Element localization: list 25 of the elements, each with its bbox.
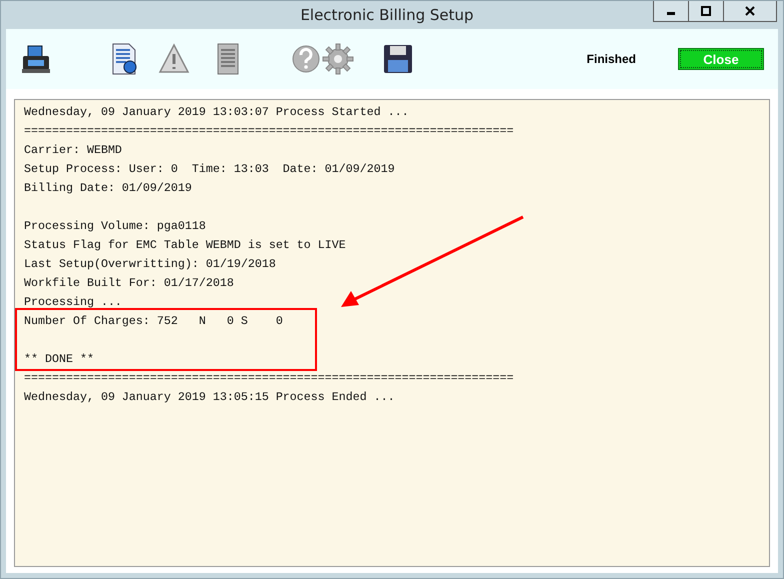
warning-icon[interactable]: [158, 42, 190, 76]
close-button[interactable]: Close: [678, 48, 764, 70]
save-icon[interactable]: [382, 42, 414, 76]
minimize-button[interactable]: [653, 1, 689, 22]
status-text: Finished: [586, 52, 636, 66]
log-line: Setup Process: User: 0 Time: 13:03 Date: 01/09/2019: [24, 161, 396, 178]
log-line: Processing Volume: pga0118: [24, 218, 207, 235]
log-line: Processing ...: [24, 294, 123, 311]
log-line: ======================================================================: [24, 370, 515, 387]
log-line: Last Setup(Overwritting): 01/19/2018: [24, 256, 277, 273]
maximize-icon: [701, 6, 711, 16]
log-line: Billing Date: 01/09/2019: [24, 180, 193, 197]
log-line: Workfile Built For: 01/17/2018: [24, 275, 235, 292]
close-icon: [745, 6, 755, 16]
settings-icon[interactable]: [322, 42, 354, 76]
log-line: Wednesday, 09 January 2019 13:05:15 Process Ended ...: [24, 389, 396, 406]
log-line: Status Flag for EMC Table WEBMD is set to LIVE: [24, 237, 347, 254]
close-button[interactable]: [723, 1, 777, 22]
log-line: Carrier: WEBMD: [24, 142, 123, 159]
log-line: ** DONE **: [24, 351, 95, 368]
log-line: Wednesday, 09 January 2019 13:03:07 Process Started ...: [24, 104, 410, 121]
window-title: Electronic Billing Setup: [300, 6, 474, 24]
log-line: Number Of Charges: 752 N 0 S 0: [24, 313, 284, 330]
log-line: ======================================================================: [24, 123, 515, 140]
maximize-button[interactable]: [688, 1, 724, 22]
